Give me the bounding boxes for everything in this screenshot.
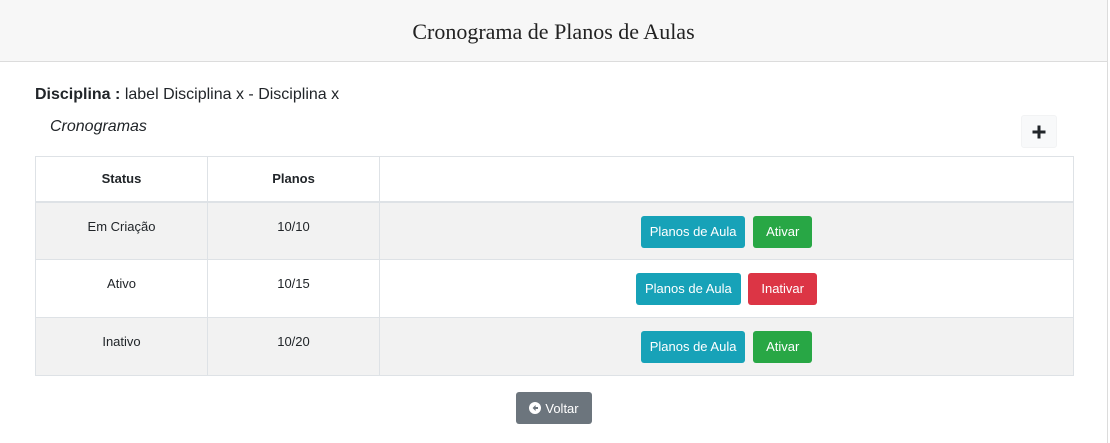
actions-cell: Planos de Aula Ativar <box>379 201 1074 260</box>
arrow-circle-left-icon <box>529 402 542 414</box>
add-cronograma-button[interactable] <box>1021 115 1057 148</box>
ativar-button[interactable]: Ativar <box>753 331 813 363</box>
disciplina-line: Disciplina : label Disciplina x - Discip… <box>35 85 339 105</box>
table-row: Ativo 10/15 Planos de Aula Inativar <box>35 259 1074 318</box>
table-header-row: Status Planos <box>35 156 1074 203</box>
page-title: Cronograma de Planos de Aulas <box>412 18 695 44</box>
planos-de-aula-button[interactable]: Planos de Aula <box>640 215 746 248</box>
page-header: Cronograma de Planos de Aulas <box>0 0 1108 62</box>
ativar-button[interactable]: Ativar <box>753 215 813 248</box>
column-header-actions <box>379 156 1074 203</box>
plus-icon <box>1032 125 1046 138</box>
planos-de-aula-button[interactable]: Planos de Aula <box>636 273 741 305</box>
card-border <box>1107 62 1108 443</box>
cronogramas-table: Status Planos Em Criação 10/10 Planos de… <box>35 156 1074 376</box>
table-row: Em Criação 10/10 Planos de Aula Ativar <box>35 201 1074 260</box>
disciplina-value: label Disciplina x - Disciplina x <box>124 86 340 103</box>
planos-de-aula-button[interactable]: Planos de Aula <box>640 331 746 363</box>
column-header-planos: Planos <box>207 156 380 203</box>
planos-cell: 10/10 <box>207 201 380 260</box>
column-header-status: Status <box>35 156 208 203</box>
inativar-button[interactable]: Inativar <box>748 273 817 305</box>
back-button-label: Voltar <box>545 400 579 416</box>
planos-cell: 10/20 <box>207 317 380 376</box>
planos-cell: 10/15 <box>207 259 380 318</box>
actions-cell: Planos de Aula Ativar <box>379 317 1074 376</box>
table-row: Inativo 10/20 Planos de Aula Ativar <box>35 317 1074 376</box>
status-cell: Em Criação <box>35 201 208 260</box>
back-button[interactable]: Voltar <box>516 392 592 424</box>
status-cell: Ativo <box>35 259 208 318</box>
status-cell: Inativo <box>35 317 208 376</box>
disciplina-label: Disciplina : <box>35 86 121 103</box>
section-title: Cronogramas <box>50 118 147 135</box>
actions-cell: Planos de Aula Inativar <box>379 259 1074 318</box>
